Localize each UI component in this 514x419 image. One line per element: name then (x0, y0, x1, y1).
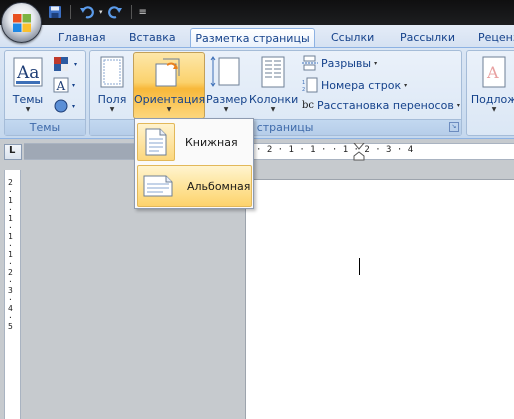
tab-mailings[interactable]: Рассылки (400, 28, 455, 48)
theme-fonts-button[interactable]: A ▾ (53, 77, 75, 93)
ribbon-tabs: Главная Вставка Разметка страницы Ссылки… (0, 25, 514, 48)
chevron-down-icon: ▾ (404, 81, 408, 89)
chevron-down-icon: ▼ (25, 106, 31, 113)
office-button[interactable] (1, 2, 42, 43)
svg-text:1: 1 (302, 80, 305, 86)
margins-icon (100, 56, 124, 88)
size-label: Размер (206, 93, 248, 106)
watermark-button[interactable]: A Подлож ▼ (470, 54, 514, 114)
hyphenation-label: Расстановка переносов (317, 99, 454, 112)
orientation-icon (155, 58, 180, 87)
themes-button[interactable]: Aa Темы ▼ (9, 54, 47, 114)
menu-item-landscape[interactable]: Альбомная (137, 165, 252, 207)
undo-icon[interactable] (78, 4, 95, 21)
redo-icon[interactable] (107, 4, 124, 21)
chevron-down-icon: ▾ (74, 60, 78, 68)
svg-text:Aa: Aa (16, 63, 39, 83)
themes-icon: Aa (13, 57, 43, 87)
theme-colors-button[interactable]: ▾ (53, 56, 77, 72)
line-numbers-icon: 1 2 (302, 77, 318, 93)
quick-access-toolbar: ▾ ≡ (46, 3, 147, 21)
svg-text:A: A (486, 63, 499, 82)
margins-label: Поля (97, 93, 127, 106)
customize-toolbar-button[interactable]: ≡ (139, 7, 147, 18)
hyphenation-button[interactable]: bc Расстановка переносов ▾ (302, 99, 460, 112)
breaks-icon (302, 55, 318, 71)
columns-button[interactable]: Колонки ▼ (249, 54, 299, 114)
portrait-label: Книжная (185, 135, 238, 149)
theme-fonts-icon: A (53, 77, 69, 93)
undo-dropdown[interactable]: ▾ (99, 8, 103, 16)
landscape-label: Альбомная (187, 179, 251, 193)
chevron-down-icon: ▼ (491, 106, 497, 113)
watermark-icon: A (482, 56, 506, 88)
tab-references[interactable]: Ссылки (331, 28, 374, 48)
line-numbers-label: Номера строк (321, 78, 402, 92)
landscape-icon (139, 167, 177, 205)
tab-home[interactable]: Главная (58, 28, 106, 48)
tab-stop-icon: L (9, 145, 16, 156)
chevron-down-icon: ▾ (374, 59, 378, 67)
hyphenation-icon: bc (302, 100, 315, 111)
tab-insert[interactable]: Вставка (129, 28, 176, 48)
margins-button[interactable]: Поля ▼ (95, 54, 129, 114)
line-numbers-button[interactable]: 1 2 Номера строк ▾ (302, 77, 407, 93)
themes-group-label: Темы (5, 119, 85, 135)
dialog-launcher-icon[interactable]: ↘ (449, 122, 459, 132)
chevron-down-icon: ▾ (72, 81, 76, 89)
chevron-down-icon: ▼ (109, 106, 115, 113)
menu-item-portrait[interactable]: Книжная (137, 121, 252, 163)
tab-page-layout[interactable]: Разметка страницы (190, 28, 315, 48)
tab-review[interactable]: Реценз (478, 28, 514, 48)
size-button[interactable]: Размер ▼ (206, 54, 248, 114)
office-logo-icon (13, 14, 31, 32)
columns-icon (261, 56, 285, 88)
toolbar-separator (70, 5, 71, 19)
horizontal-ruler-ticks: · 2 · 1 · 1 · · 1 · 2 · 3 · 4 (256, 145, 414, 155)
columns-label: Колонки (249, 93, 299, 106)
theme-effects-icon (54, 99, 68, 113)
chevron-down-icon: ▾ (72, 102, 76, 110)
save-icon[interactable] (46, 4, 63, 21)
tab-selector-button[interactable]: L (4, 144, 22, 160)
theme-colors-icon (54, 57, 68, 71)
portrait-icon (137, 123, 175, 161)
chevron-down-icon: ▼ (223, 106, 229, 113)
size-icon (210, 56, 240, 87)
breaks-label: Разрывы (321, 56, 372, 70)
chevron-down-icon: ▼ (270, 106, 276, 113)
orientation-button[interactable]: Ориентация ▼ (134, 54, 206, 114)
watermark-label: Подлож (470, 93, 514, 106)
themes-label: Темы (12, 93, 44, 106)
theme-effects-button[interactable]: ▾ (53, 98, 75, 114)
text-cursor (359, 258, 360, 275)
toolbar-separator (130, 5, 132, 19)
document-page[interactable] (245, 179, 514, 419)
chevron-down-icon: ▾ (456, 102, 460, 109)
orientation-label: Ориентация (134, 93, 206, 106)
svg-text:A: A (56, 79, 66, 93)
chevron-down-icon: ▼ (166, 106, 172, 113)
breaks-button[interactable]: Разрывы ▾ (302, 55, 377, 71)
indent-marker-icon[interactable] (353, 143, 365, 161)
vertical-ruler-ticks: 2·1·1·1·1·2·3·4·5 (8, 178, 13, 331)
orientation-menu: Книжная Альбомная (134, 118, 254, 209)
svg-text:2: 2 (302, 87, 305, 93)
